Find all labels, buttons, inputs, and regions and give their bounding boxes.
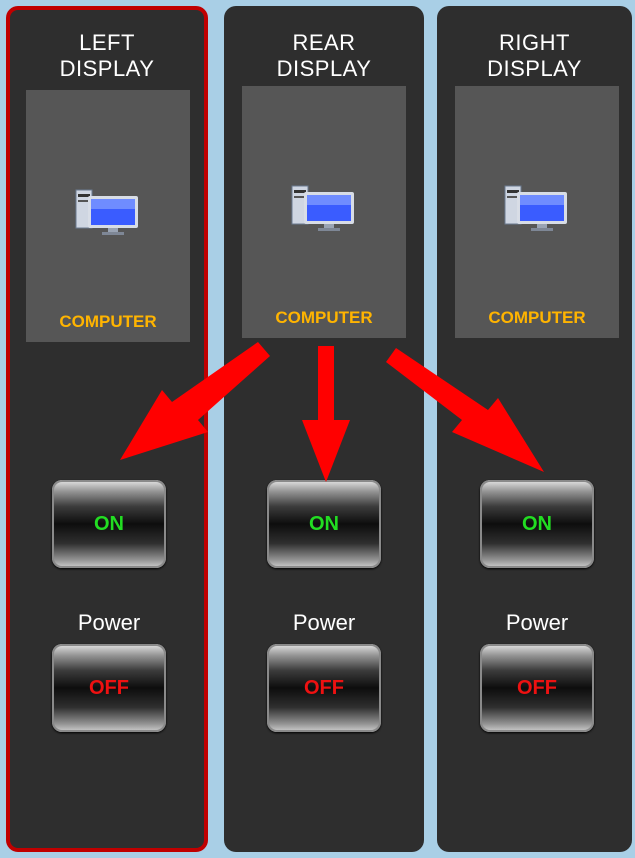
power-off-button[interactable]: OFF: [267, 644, 381, 732]
off-label: OFF: [89, 676, 129, 699]
source-label: COMPUTER: [59, 312, 157, 331]
computer-monitor-icon: [75, 189, 138, 235]
panel-rear-display[interactable]: REAR DISPLAY COMPUTER ON Power OFF: [224, 6, 424, 852]
computer-monitor-icon: [291, 185, 354, 231]
on-label: ON: [94, 512, 124, 535]
panel-title: RIGHT DISPLAY: [487, 30, 582, 81]
power-label: Power: [292, 610, 356, 635]
power-label: Power: [505, 610, 569, 635]
power-off-button[interactable]: OFF: [52, 644, 166, 732]
on-label: ON: [522, 512, 552, 535]
panel-title: LEFT DISPLAY: [59, 30, 155, 81]
source-tile-computer[interactable]: COMPUTER: [26, 90, 190, 342]
source-label: COMPUTER: [275, 308, 373, 327]
power-on-button[interactable]: ON: [480, 480, 594, 568]
power-on-button[interactable]: ON: [267, 480, 381, 568]
computer-monitor-icon: [504, 185, 567, 231]
off-label: OFF: [517, 676, 557, 699]
panel-right-display[interactable]: RIGHT DISPLAY COMPUTER ON Power OFF: [437, 6, 632, 852]
power-label: Power: [77, 610, 141, 635]
source-tile-computer[interactable]: COMPUTER: [455, 86, 619, 338]
source-tile-computer[interactable]: COMPUTER: [242, 86, 406, 338]
power-off-button[interactable]: OFF: [480, 644, 594, 732]
panel-left-display[interactable]: LEFT DISPLAY COMPUTER ON Power OFF: [6, 6, 208, 852]
panel-title: REAR DISPLAY: [276, 30, 372, 81]
on-label: ON: [309, 512, 339, 535]
power-on-button[interactable]: ON: [52, 480, 166, 568]
off-label: OFF: [304, 676, 344, 699]
source-label: COMPUTER: [488, 308, 586, 327]
